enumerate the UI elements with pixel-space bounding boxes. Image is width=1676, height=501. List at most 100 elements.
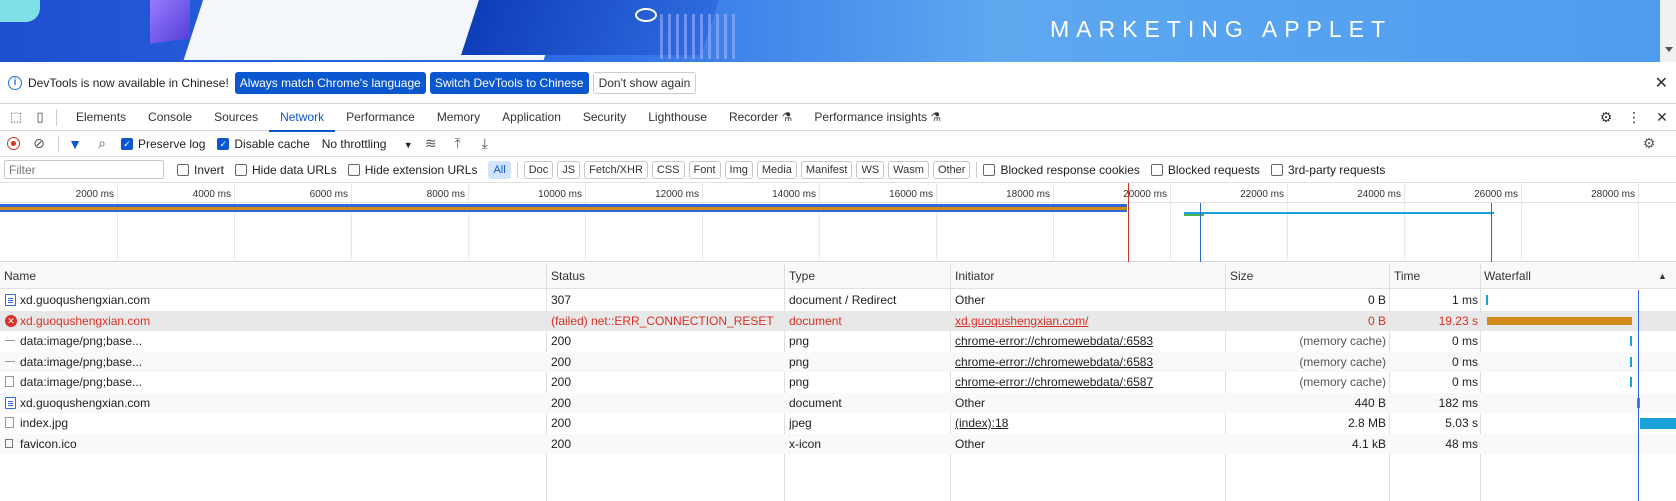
column-header-name[interactable]: Name — [0, 263, 36, 289]
more-options-icon[interactable]: ⋮ — [1620, 109, 1648, 126]
column-header-initiator[interactable]: Initiator — [951, 263, 994, 289]
overview-tick-label: 6000 ms — [309, 189, 348, 200]
always-match-language-button[interactable]: Always match Chrome's language — [234, 71, 426, 94]
third-party-requests-checkbox[interactable] — [1270, 163, 1283, 176]
request-time: 0 ms — [1451, 375, 1478, 389]
table-row[interactable]: xd.guoqushengxian.com 200 document Other… — [0, 392, 1676, 413]
network-toolbar: ⊘ ▼ ⌕ ✓ Preserve log ✓ Disable cache No … — [0, 131, 1676, 157]
blocked-response-cookies-label: Blocked response cookies — [1000, 162, 1140, 177]
tab-recorder[interactable]: Recorder ⚗ — [718, 104, 803, 131]
export-har-icon[interactable]: ⤓ — [477, 135, 493, 152]
dont-show-again-button[interactable]: Don't show again — [592, 71, 697, 94]
request-type: png — [789, 354, 810, 369]
tab-sources[interactable]: Sources — [203, 104, 269, 131]
hide-extension-urls-label: Hide extension URLs — [364, 162, 478, 177]
close-icon[interactable]: ✕ — [1655, 73, 1668, 93]
filter-type-media[interactable]: Media — [756, 160, 797, 179]
table-row[interactable]: favicon.ico 200 x-icon Other 4.1 kB 48 m… — [0, 433, 1676, 454]
tab-elements[interactable]: Elements — [65, 104, 137, 131]
waterfall-bar — [1630, 377, 1632, 387]
filter-type-css[interactable]: CSS — [651, 160, 685, 179]
search-icon[interactable]: ⌕ — [94, 135, 110, 152]
request-status: (failed) net::ERR_CONNECTION_RESET — [551, 313, 774, 328]
tab-application[interactable]: Application — [491, 104, 572, 131]
throttling-select[interactable]: No throttling ▼ — [322, 137, 413, 151]
request-initiator-link[interactable]: xd.guoqushengxian.com/ — [955, 311, 1225, 331]
overview-gridline — [234, 183, 235, 262]
invert-checkbox[interactable] — [177, 163, 189, 176]
column-header-size[interactable]: Size — [1226, 263, 1253, 289]
tab-lighthouse[interactable]: Lighthouse — [637, 104, 718, 131]
hide-data-urls-checkbox[interactable] — [235, 163, 248, 176]
page-scrollbar[interactable] — [1660, 0, 1676, 62]
filter-type-doc[interactable]: Doc — [523, 160, 554, 179]
filter-type-font[interactable]: Font — [688, 160, 721, 179]
network-settings-icon[interactable]: ⚙ — [1641, 135, 1657, 152]
table-row[interactable]: data:image/png;base... 200 png chrome-er… — [0, 351, 1676, 372]
disable-cache-checkbox[interactable]: ✓ — [217, 137, 230, 150]
tab-network[interactable]: Network — [269, 104, 336, 132]
blocked-requests-checkbox[interactable] — [1150, 163, 1163, 176]
close-devtools-icon[interactable]: ✕ — [1648, 109, 1676, 126]
filter-type-img[interactable]: Img — [724, 160, 753, 179]
blocked-response-cookies-checkbox[interactable] — [983, 163, 996, 176]
tab-performance-insights[interactable]: Performance insights ⚗ — [803, 104, 952, 131]
overview-tick-label: 4000 ms — [192, 189, 231, 200]
filter-input[interactable] — [4, 160, 164, 179]
request-initiator-link[interactable]: chrome-error://chromewebdata/:6583 — [955, 331, 1225, 351]
preserve-log-checkbox[interactable]: ✓ — [121, 137, 133, 150]
image-icon — [5, 340, 15, 341]
tab-memory[interactable]: Memory — [426, 104, 491, 131]
table-row[interactable]: index.jpg 200 jpeg (index):18 2.8 MB 5.0… — [0, 413, 1676, 434]
request-initiator-link[interactable]: (index):18 — [955, 413, 1225, 433]
request-initiator-link[interactable]: chrome-error://chromewebdata/:6583 — [955, 352, 1225, 372]
filter-type-js[interactable]: JS — [557, 160, 581, 179]
overview-gridline — [1053, 183, 1054, 262]
preserve-log-label: Preserve log — [138, 136, 206, 151]
request-status: 307 — [551, 293, 572, 307]
filter-icon[interactable]: ▼ — [67, 136, 83, 152]
column-header-type[interactable]: Type — [785, 263, 815, 289]
hide-extension-urls-checkbox[interactable] — [347, 163, 360, 176]
filter-type-fetch-xhr[interactable]: Fetch/XHR — [584, 160, 648, 179]
waterfall-load-marker — [1638, 290, 1639, 501]
scroll-down-icon[interactable] — [1665, 47, 1673, 52]
request-initiator-link[interactable]: chrome-error://chromewebdata/:6587 — [955, 372, 1225, 392]
table-row[interactable]: xd.guoqushengxian.com 307 document / Red… — [0, 290, 1676, 311]
column-header-time[interactable]: Time — [1390, 263, 1420, 289]
banner-decoration — [150, 0, 190, 44]
column-header-waterfall[interactable]: Waterfall — [1480, 263, 1531, 289]
network-overview-timeline[interactable]: 2000 ms 4000 ms 6000 ms 8000 ms 10000 ms 1200… — [0, 183, 1676, 262]
request-size: 4.1 kB — [1351, 436, 1386, 451]
tab-console[interactable]: Console — [137, 104, 203, 131]
hide-data-urls-label: Hide data URLs — [252, 162, 337, 177]
filter-type-all[interactable]: All — [488, 160, 511, 179]
table-row[interactable]: data:image/png;base... 200 png chrome-er… — [0, 372, 1676, 393]
table-row[interactable]: ✕ xd.guoqushengxian.com (failed) net::ER… — [0, 310, 1676, 331]
request-size: (memory cache) — [1299, 375, 1386, 389]
clear-icon[interactable]: ⊘ — [31, 135, 47, 152]
tab-performance[interactable]: Performance — [335, 104, 426, 131]
switch-to-chinese-button[interactable]: Switch DevTools to Chinese — [429, 71, 589, 94]
request-time: 48 ms — [1445, 436, 1478, 451]
table-row[interactable]: data:image/png;base... 200 png chrome-er… — [0, 331, 1676, 352]
settings-gear-icon[interactable]: ⚙ — [1592, 109, 1620, 126]
filter-type-other[interactable]: Other — [932, 160, 971, 179]
divider — [976, 161, 978, 178]
sort-ascending-icon[interactable]: ▲ — [1654, 263, 1667, 289]
load-event-marker — [1128, 183, 1129, 262]
filter-type-wasm[interactable]: Wasm — [888, 160, 929, 179]
inspect-element-icon[interactable]: ⬚ — [8, 109, 24, 125]
request-time: 182 ms — [1438, 395, 1478, 410]
device-toolbar-icon[interactable]: ▯ — [32, 109, 48, 125]
column-header-status[interactable]: Status — [547, 263, 585, 289]
filter-type-ws[interactable]: WS — [856, 160, 885, 179]
tab-security[interactable]: Security — [572, 104, 637, 131]
error-icon: ✕ — [5, 314, 17, 327]
document-icon — [5, 294, 16, 306]
tab-recorder-label: Recorder — [728, 109, 779, 124]
record-icon[interactable] — [7, 137, 20, 150]
network-conditions-icon[interactable]: ≋ — [423, 135, 439, 152]
filter-type-manifest[interactable]: Manifest — [800, 160, 853, 179]
import-har-icon[interactable]: ⤒ — [450, 135, 466, 152]
